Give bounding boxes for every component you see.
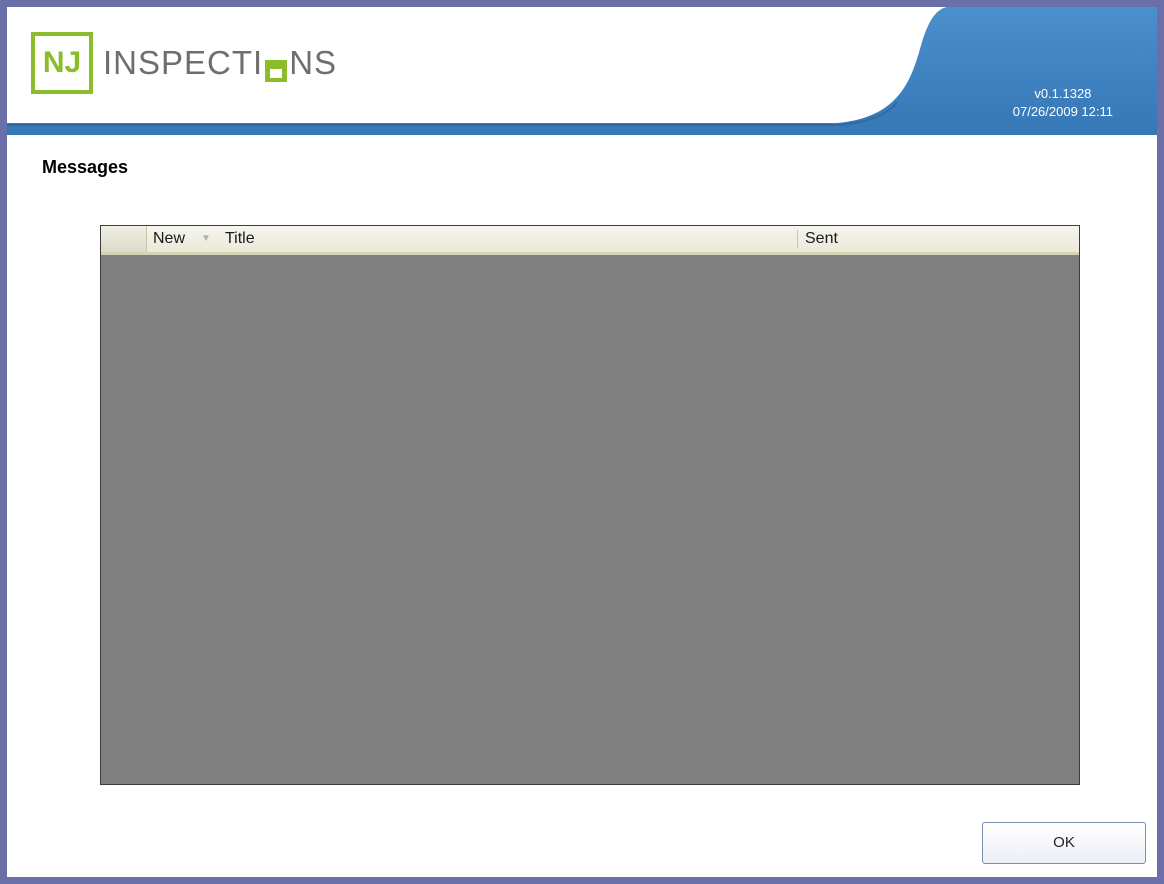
column-header-sent[interactable]: Sent xyxy=(805,226,865,252)
nj-inspections-logo: NJ INSPECTI NS xyxy=(31,32,337,94)
page-title: Messages xyxy=(42,157,129,177)
logo-text-right: NS xyxy=(289,44,338,81)
column-header-title[interactable]: Title xyxy=(225,226,795,252)
ok-button[interactable]: OK xyxy=(982,822,1146,864)
logo-text-left: INSPECTI xyxy=(103,44,264,81)
app-header: NJ INSPECTI NS v0.1.1328 07/26/2009 12:1… xyxy=(7,7,1157,135)
version-number: v0.1.1328 xyxy=(1034,86,1092,101)
column-divider[interactable] xyxy=(797,230,798,248)
messages-grid[interactable]: New ▼ Title Sent xyxy=(100,225,1080,785)
version-datetime: 07/26/2009 12:11 xyxy=(1012,104,1113,119)
row-selector-header[interactable] xyxy=(101,226,147,252)
logo-leaf-icon xyxy=(265,52,288,82)
grid-header: New ▼ Title Sent xyxy=(101,226,1079,255)
logo-box: NJ xyxy=(31,32,93,94)
app-window: NJ INSPECTI NS v0.1.1328 07/26/2009 12:1… xyxy=(0,0,1164,884)
logo-wordmark: INSPECTI NS xyxy=(103,44,337,82)
version-info: v0.1.1328 07/26/2009 12:11 xyxy=(1013,85,1113,121)
sort-down-icon: ▼ xyxy=(201,233,211,244)
